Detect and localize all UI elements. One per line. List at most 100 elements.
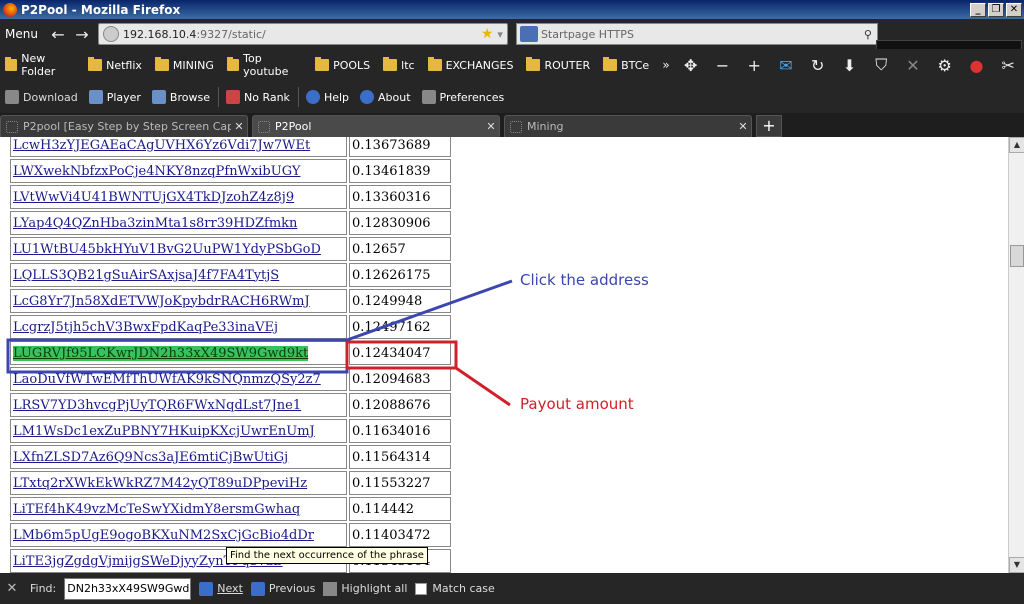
match-case-checkbox[interactable]: Match case [415, 582, 495, 595]
search-icon[interactable]: ⚲ [864, 28, 872, 41]
bookmark-folder[interactable]: EXCHANGES [427, 57, 514, 72]
page-icon [258, 120, 270, 133]
forward-arrow-icon[interactable]: → [70, 25, 94, 44]
click-address-annotation: Click the address [520, 271, 649, 289]
window-title: P2Pool - Mozilla Firefox [21, 2, 181, 17]
vertical-scrollbar[interactable]: ▲ ▼ [1008, 137, 1024, 573]
highlight-all-button[interactable]: Highlight all [323, 581, 408, 596]
site-identity-icon[interactable] [102, 26, 119, 42]
bookmark-folder[interactable]: ROUTER [526, 57, 591, 72]
url-text[interactable]: 192.168.10.4:9327/static/ [123, 28, 481, 41]
no-rank-button[interactable]: No Rank [225, 90, 290, 104]
preferences-button[interactable]: Preferences [421, 90, 505, 104]
bookmark-star-icon[interactable]: ★ [481, 26, 494, 42]
player-button[interactable]: Player [88, 90, 141, 104]
move-icon[interactable]: ✥ [675, 56, 707, 75]
folder-icon [427, 57, 442, 71]
scroll-thumb[interactable] [1010, 245, 1024, 267]
zoom-in-icon[interactable]: + [738, 56, 770, 75]
bookmark-folder[interactable]: New Folder [5, 52, 75, 78]
navigation-toolbar: Menu ← → 192.168.10.4:9327/static/ ★ ▾ S… [0, 19, 1024, 66]
send-icon[interactable]: ✉ [770, 56, 802, 75]
tools-icon[interactable]: ✂ [992, 56, 1024, 75]
tab-bar: P2pool [Easy Step by Step Screen Captu..… [0, 113, 1024, 137]
bookmark-folder[interactable]: BTCe [603, 57, 649, 72]
bookmark-label: New Folder [21, 52, 56, 78]
about-button[interactable]: About [360, 90, 411, 104]
tab-label: P2pool [Easy Step by Step Screen Captu..… [23, 120, 231, 133]
new-tab-button[interactable]: + [756, 115, 782, 137]
tab-p2pool-guide[interactable]: P2pool [Easy Step by Step Screen Captu..… [0, 115, 248, 137]
highlight-all-label: Highlight all [341, 582, 408, 595]
stop-icon[interactable]: ✕ [897, 56, 929, 75]
download-button[interactable]: Download [5, 90, 78, 104]
monitor-icon [88, 90, 103, 104]
close-find-icon[interactable]: ✕ [2, 581, 22, 596]
browse-label: Browse [169, 90, 210, 104]
scroll-down-icon[interactable]: ▼ [1009, 557, 1024, 573]
help-button[interactable]: Help [305, 90, 350, 104]
rank-chart-icon [225, 90, 240, 104]
find-input[interactable]: DN2h33xX49SW9Gwd9kt [64, 577, 192, 600]
preferences-label: Preferences [439, 90, 505, 104]
url-path: :9327/static/ [196, 27, 266, 41]
up-arrow-icon [250, 581, 265, 596]
chevron-overflow-icon[interactable]: » [657, 58, 675, 72]
back-arrow-icon[interactable]: ← [46, 25, 70, 44]
page-content: LcwH3zYJEGAEaCAgUVHX6Yz6Vdi7Jw7WEt 0.1367… [0, 137, 1008, 573]
folder-icon [154, 57, 169, 71]
bookmark-folder[interactable]: Top youtube [226, 52, 302, 78]
bookmark-folder[interactable]: POOLS [315, 57, 370, 72]
find-next-button[interactable]: Next [199, 581, 243, 596]
addon-icon[interactable]: ● [961, 56, 993, 75]
settings-gear-icon[interactable]: ⚙ [929, 56, 961, 75]
amount-pointer-line [455, 366, 511, 407]
player-label: Player [106, 90, 141, 104]
bookmark-folder[interactable]: Netflix [88, 57, 142, 72]
close-tab-icon[interactable]: ✕ [483, 120, 499, 133]
window-titlebar: P2Pool - Mozilla Firefox _ ❐ ✕ [0, 0, 1024, 19]
zoom-out-icon[interactable]: − [707, 56, 739, 75]
amount-highlight-box [345, 340, 458, 370]
magnifier-icon [151, 90, 166, 104]
folder-icon [603, 57, 618, 71]
browse-button[interactable]: Browse [151, 90, 210, 104]
find-previous-button[interactable]: Previous [250, 581, 315, 596]
bookmark-label: EXCHANGES [445, 58, 514, 72]
bookmark-folder[interactable]: ltc [383, 57, 415, 72]
tab-mining[interactable]: Mining ✕ [504, 115, 752, 137]
close-window-button[interactable]: ✕ [1006, 2, 1022, 17]
menu-button[interactable]: Menu [0, 27, 46, 41]
dropdown-arrow-icon[interactable]: ▾ [497, 28, 503, 41]
folder-icon [383, 57, 398, 71]
folder-icon [526, 57, 541, 71]
bookmark-label: ROUTER [544, 58, 591, 72]
close-tab-icon[interactable]: ✕ [231, 120, 247, 133]
scroll-up-icon[interactable]: ▲ [1009, 137, 1024, 153]
download-arrow-icon[interactable]: ⬇ [834, 56, 866, 75]
url-bar[interactable]: 192.168.10.4:9327/static/ ★ ▾ [97, 23, 508, 45]
search-input[interactable]: Startpage HTTPS [541, 28, 864, 41]
maximize-button[interactable]: ❐ [988, 2, 1004, 17]
shield-icon[interactable]: ⛉ [865, 55, 897, 75]
search-engine-icon[interactable] [519, 26, 538, 42]
checkbox-icon[interactable] [415, 582, 428, 595]
info-icon [360, 90, 375, 104]
folder-icon [226, 57, 240, 71]
toolbar-separator [297, 87, 299, 107]
bookmark-label: Netflix [106, 58, 142, 72]
tab-p2pool[interactable]: P2Pool ✕ [252, 115, 500, 137]
find-bar: ✕ Find: DN2h33xX49SW9Gwd9kt Next Previou… [0, 573, 1024, 604]
minimize-button[interactable]: _ [970, 2, 986, 17]
folder-icon [5, 57, 18, 71]
annotation-overlay [6, 279, 513, 407]
bookmark-folder[interactable]: MINING [154, 57, 214, 72]
find-next-label: Next [217, 582, 243, 595]
address-pointer-line [346, 279, 513, 342]
close-tab-icon[interactable]: ✕ [735, 120, 751, 133]
page-icon [6, 120, 18, 133]
search-bar[interactable]: Startpage HTTPS ⚲ [515, 23, 878, 45]
reload-icon[interactable]: ↻ [802, 56, 834, 75]
folder-icon [315, 57, 330, 71]
help-label: Help [323, 90, 350, 104]
